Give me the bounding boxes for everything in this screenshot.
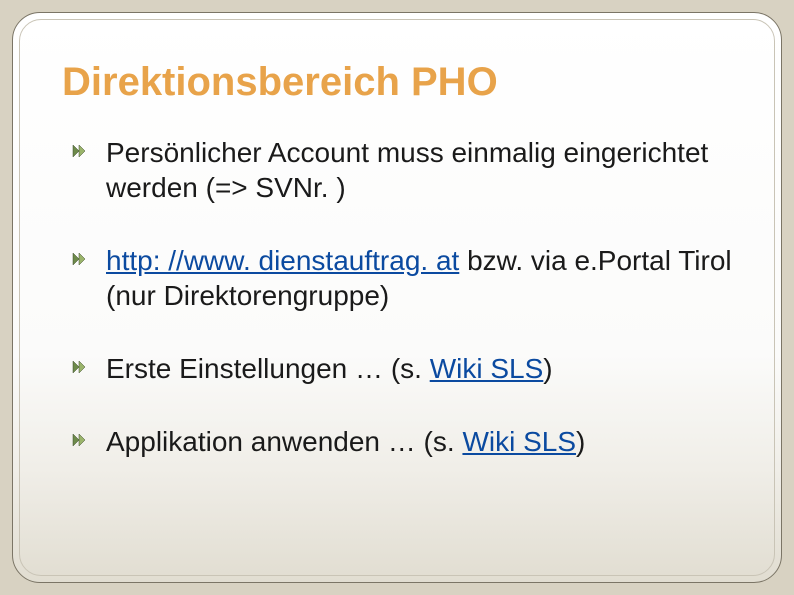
slide-title: Direktionsbereich PHO (62, 60, 732, 105)
bullet-icon (72, 252, 86, 266)
item-text: Persönlicher Account muss einmalig einge… (106, 137, 708, 203)
slide-inner-frame: Direktionsbereich PHO Persönlicher Accou… (19, 19, 775, 576)
list-item: Persönlicher Account muss einmalig einge… (62, 135, 732, 205)
bullet-icon (72, 360, 86, 374)
item-text-before: Applikation anwenden … (s. (106, 426, 462, 457)
item-text-after: ) (576, 426, 585, 457)
slide-outer-frame: Direktionsbereich PHO Persönlicher Accou… (12, 12, 782, 583)
list-item: Erste Einstellungen … (s. Wiki SLS) (62, 351, 732, 386)
link-dienstauftrag[interactable]: http: //www. dienstauftrag. at (106, 245, 459, 276)
bullet-list: Persönlicher Account muss einmalig einge… (62, 135, 732, 459)
item-text-after: ) (543, 353, 552, 384)
link-wiki-sls[interactable]: Wiki SLS (430, 353, 544, 384)
bullet-icon (72, 433, 86, 447)
item-text-before: Erste Einstellungen … (s. (106, 353, 430, 384)
list-item: Applikation anwenden … (s. Wiki SLS) (62, 424, 732, 459)
bullet-icon (72, 144, 86, 158)
link-wiki-sls[interactable]: Wiki SLS (462, 426, 576, 457)
list-item: http: //www. dienstauftrag. at bzw. via … (62, 243, 732, 313)
